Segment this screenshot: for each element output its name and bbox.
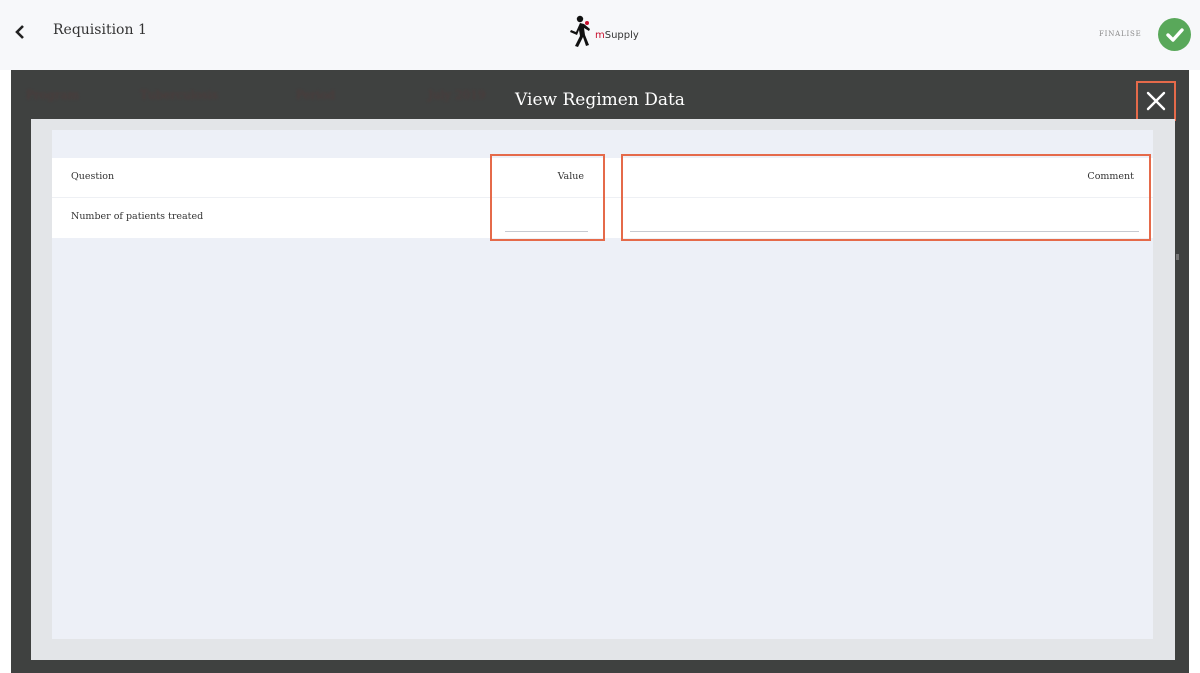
checkmark-icon [1165, 27, 1184, 42]
column-header-comment: Comment [1087, 171, 1134, 182]
finalise-label[interactable]: FINALISE [1099, 30, 1142, 38]
close-button[interactable] [1136, 81, 1176, 121]
comment-input[interactable] [630, 214, 1139, 232]
column-header-question: Question [71, 171, 115, 182]
page-title: Requisition 1 [53, 22, 147, 38]
finalise-button[interactable] [1158, 18, 1191, 51]
logo-prefix: m [595, 29, 605, 41]
column-header-value: Value [557, 171, 584, 182]
running-figure-icon [570, 15, 590, 47]
modal-title: View Regimen Data [515, 90, 685, 110]
logo-name: Supply [604, 29, 639, 41]
scroll-indicator [1176, 254, 1179, 260]
value-input[interactable] [505, 214, 588, 232]
close-icon [1146, 91, 1166, 111]
question-cell: Number of patients treated [71, 211, 204, 222]
chevron-left-icon[interactable] [9, 20, 31, 44]
app-header: Requisition 1 mSupply FINALISE [0, 0, 1200, 70]
msupply-logo: mSupply [567, 14, 639, 50]
